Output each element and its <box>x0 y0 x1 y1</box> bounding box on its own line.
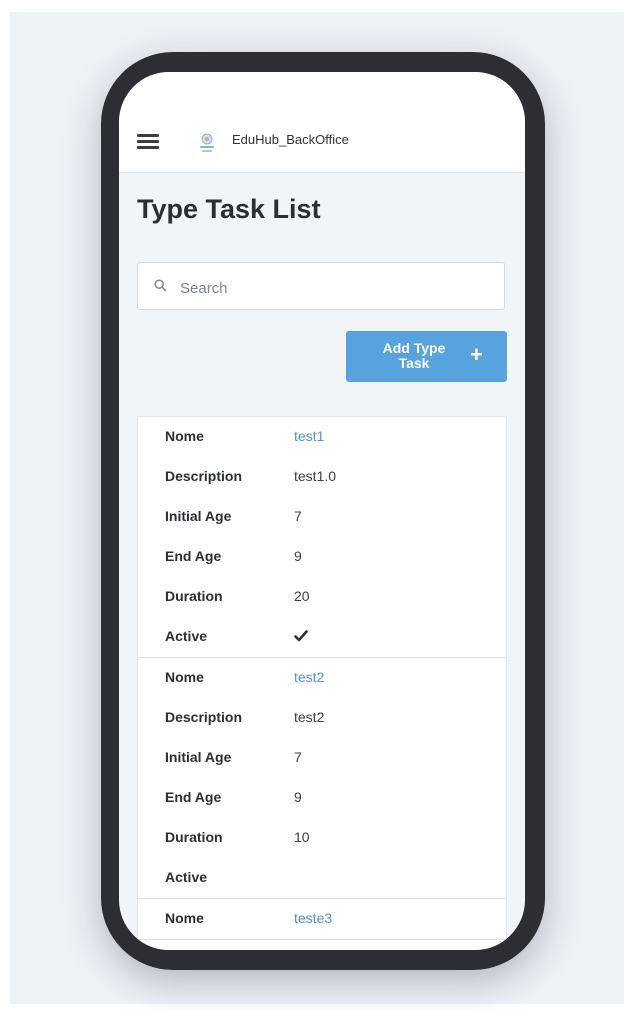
record-duration: 20 <box>294 588 310 604</box>
top-app-bar: EduHub_BackOffice <box>119 72 525 173</box>
field-label: End Age <box>165 548 222 564</box>
add-type-task-label: Add Type Task <box>382 340 446 371</box>
field-row-active: Active <box>138 858 506 898</box>
record-description: test1.0 <box>294 468 337 484</box>
field-row-description: Description test2 <box>138 698 506 738</box>
search-box <box>137 262 505 310</box>
add-type-task-button[interactable]: Add Type Task + <box>346 331 507 382</box>
app-title: EduHub_BackOffice <box>232 132 349 147</box>
phone-screen: EduHub_BackOffice Type Task List Add Typ… <box>119 72 525 950</box>
field-label: Initial Age <box>165 508 232 524</box>
record-name-link[interactable]: teste3 <box>294 910 332 926</box>
field-label: Nome <box>165 428 204 444</box>
field-row-name: Nome test1 <box>138 417 506 457</box>
list-item: Nome test1 Description test1.0 Initial A… <box>138 417 506 658</box>
app-logo-icon <box>200 133 214 152</box>
field-label: Description <box>165 468 243 484</box>
record-description: test2 <box>294 709 325 725</box>
field-row-initial-age: Initial Age 7 <box>138 497 506 537</box>
record-name-link[interactable]: test1 <box>294 428 324 444</box>
type-task-list: Nome test1 Description test1.0 Initial A… <box>137 416 507 950</box>
check-icon <box>294 630 308 642</box>
field-label: End Age <box>165 789 222 805</box>
field-row-end-age: End Age 9 <box>138 537 506 577</box>
search-input[interactable] <box>178 275 492 301</box>
record-end-age: 9 <box>294 789 302 805</box>
field-label: Nome <box>165 910 204 926</box>
field-label: Duration <box>165 588 223 604</box>
record-end-age: 9 <box>294 548 302 564</box>
field-row-description: Description test1.0 <box>138 457 506 497</box>
search-icon <box>154 279 167 292</box>
list-item: Nome teste3 <box>138 899 506 940</box>
field-row-duration: Duration 20 <box>138 577 506 617</box>
page-title: Type Task List <box>137 194 321 224</box>
field-row-name: Nome test2 <box>138 658 506 698</box>
plus-icon: + <box>470 342 483 367</box>
field-label: Description <box>165 709 243 725</box>
record-initial-age: 7 <box>294 508 302 524</box>
field-label: Active <box>165 628 208 644</box>
field-label: Duration <box>165 829 223 845</box>
field-row-active: Active <box>138 617 506 657</box>
field-row-initial-age: Initial Age 7 <box>138 738 506 778</box>
menu-icon[interactable] <box>137 134 159 150</box>
record-duration: 10 <box>294 829 310 845</box>
field-label: Nome <box>165 669 204 685</box>
record-name-link[interactable]: test2 <box>294 669 324 685</box>
field-label: Active <box>165 869 208 885</box>
list-item: Nome test2 Description test2 Initial Age… <box>138 658 506 899</box>
field-row-duration: Duration 10 <box>138 818 506 858</box>
record-initial-age: 7 <box>294 749 302 765</box>
field-row-end-age: End Age 9 <box>138 778 506 818</box>
field-label: Initial Age <box>165 749 232 765</box>
field-row-name: Nome teste3 <box>138 899 506 939</box>
